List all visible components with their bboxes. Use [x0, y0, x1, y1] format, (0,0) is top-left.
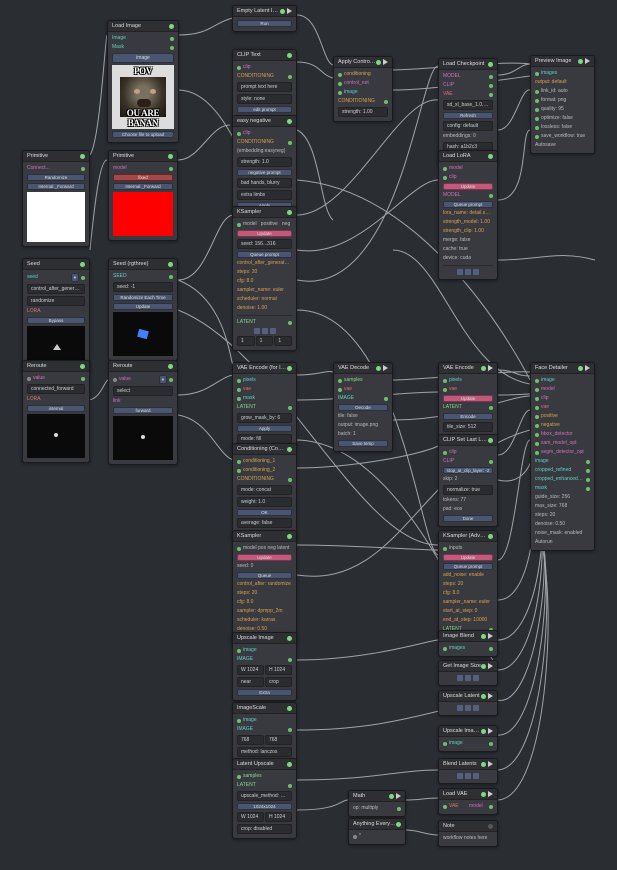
node-header[interactable]: Primitive	[109, 151, 177, 162]
node-header[interactable]: CLIP Text	[233, 50, 296, 61]
btn-fixed[interactable]: fixed	[113, 174, 173, 181]
node-anything[interactable]: Anything Everywhere *	[348, 818, 406, 845]
preview-white	[27, 192, 85, 242]
node-preview-image[interactable]: Preview Image images output: default lin…	[530, 55, 595, 154]
node-cond-combine[interactable]: Conditioning (Combine) conditioning_1 co…	[232, 443, 297, 542]
node-sblend[interactable]: Blend Latents	[438, 758, 498, 784]
node-reroute-1[interactable]: Reroute value connected_forward LORA int…	[22, 360, 90, 463]
node-header[interactable]: Image Blend	[439, 631, 497, 642]
node-seed-1[interactable]: Seed seed▾ control_after_generate random…	[22, 258, 90, 375]
btn-image[interactable]: image	[112, 53, 174, 63]
node-header[interactable]: Apply ControlNet	[334, 57, 392, 68]
node-reroute-2[interactable]: Reroute value▾ select link forward	[108, 360, 178, 465]
preview	[27, 414, 85, 458]
btn-update[interactable]: Update	[237, 230, 292, 237]
node-header[interactable]: Upscale Image (using Model)	[439, 726, 497, 737]
node-primitive-2[interactable]: Primitive model fixed Internal _Forward	[108, 150, 178, 241]
node-upscale-img[interactable]: Upscale Image image IMAGE W 1024H 1024 n…	[232, 632, 297, 701]
node-ksampler-2[interactable]: KSampler model pos neg latent Update see…	[232, 530, 297, 647]
node-ksampler-adv[interactable]: KSampler (Advanced) inputs Update Queue …	[438, 530, 498, 638]
node-header[interactable]: Primitive	[23, 151, 89, 162]
node-header[interactable]: Math	[349, 791, 405, 802]
node-header[interactable]: Reroute	[23, 361, 89, 372]
node-header[interactable]: Load LoRA	[439, 151, 497, 162]
node-header[interactable]: Blend Latents	[439, 759, 497, 770]
node-header[interactable]: Preview Image	[531, 56, 594, 67]
node-header[interactable]: KSampler	[233, 531, 296, 542]
node-header[interactable]: Seed	[23, 259, 89, 270]
field-text[interactable]: prompt text here	[237, 82, 292, 92]
node-empty-latent[interactable]: Empty Latent Image Run	[232, 5, 297, 32]
image-preview: POV OU ARE BANAN	[112, 65, 174, 129]
node-header[interactable]: VAE Encode	[439, 363, 497, 374]
run-icon[interactable]	[287, 8, 292, 14]
node-header[interactable]: Note	[439, 821, 497, 832]
node-header[interactable]: ImageScale	[233, 703, 296, 714]
node-seed-2[interactable]: Seed (rgthree) SEED seed: -1 Randomize E…	[108, 258, 178, 361]
btn-fwd[interactable]: Internal _Forward	[113, 183, 173, 190]
node-get-size[interactable]: Get Image Size	[438, 660, 498, 686]
node-header[interactable]: Conditioning (Combine)	[233, 444, 296, 455]
node-header[interactable]: Load VAE	[439, 789, 497, 800]
field-seed[interactable]: seed: -1	[113, 282, 173, 292]
node-header[interactable]: Reroute	[109, 361, 177, 372]
preview	[113, 416, 173, 460]
node-lora[interactable]: Load LoRA model clip Update MODEL Queue …	[438, 150, 498, 280]
node-vae-encode-inpaint[interactable]: VAE Encode (for Inpaint) pixels vae mask…	[232, 362, 297, 449]
node-latent-upscale[interactable]: Latent Upscale samples LATENT upscale_me…	[232, 758, 297, 839]
node-apply-controlnet[interactable]: Apply ControlNet conditioning control_ne…	[333, 56, 393, 122]
field-cag[interactable]: control_after_generate	[27, 284, 85, 294]
node-img2img[interactable]: VAE Encode pixels vae Update LATENT Enco…	[438, 362, 498, 437]
node-header[interactable]: easy negative	[233, 116, 296, 127]
btn-queue[interactable]: Queue prompt	[237, 251, 292, 258]
node-header[interactable]: Latent Upscale	[233, 759, 296, 770]
node-blend[interactable]: Image Blend images	[438, 630, 498, 657]
node-clip-text[interactable]: CLIP Text clip CONDITIONING prompt text …	[232, 49, 297, 118]
preview	[113, 312, 173, 356]
node-easy-neg[interactable]: easy negative clip CONDITIONING (embeddi…	[232, 115, 297, 214]
node-vae-load[interactable]: Load VAE VAEmodel	[438, 788, 498, 815]
node-header[interactable]: Seed (rgthree)	[109, 259, 177, 270]
node-header[interactable]: Get Image Size	[439, 661, 497, 672]
node-img-scale[interactable]: ImageScale image IMAGE 768768 method: la…	[232, 702, 297, 762]
node-upscale-model[interactable]: Upscale Image (using Model) image	[438, 725, 498, 752]
node-header[interactable]: Upscale Latent	[439, 691, 497, 702]
node-header[interactable]: VAE Decode	[334, 363, 392, 374]
node-clip-set[interactable]: CLIP Set Last Layer clip CLIP stop_at_cl…	[438, 434, 498, 527]
node-load-image[interactable]: Load Image Image Mask image POV OU ARE B…	[107, 20, 179, 143]
node-ksampler-1[interactable]: KSampler model positive neg Update seed:…	[232, 206, 297, 351]
field[interactable]: connected_forward	[27, 384, 85, 394]
node-header[interactable]: KSampler (Advanced)	[439, 531, 497, 542]
btn-randomize[interactable]: Randomize	[27, 174, 85, 181]
preview-red	[113, 192, 173, 236]
btn-fwd[interactable]: Internal _Forward	[27, 183, 85, 190]
status-dot	[169, 24, 174, 29]
node-face-detailer[interactable]: Face Detailer image model clip vae posit…	[530, 362, 595, 551]
node-header[interactable]: Load Image	[108, 21, 178, 32]
node-header[interactable]: VAE Encode (for Inpaint)	[233, 363, 296, 374]
node-vae-decode-1[interactable]: VAE Decode samples vae IMAGE Decode tile…	[333, 362, 393, 452]
node-header[interactable]: Load Checkpoint	[439, 59, 497, 70]
node-header[interactable]: Face Detailer	[531, 363, 594, 374]
node-header[interactable]: Anything Everywhere	[349, 819, 405, 830]
btn-choose-file[interactable]: Choose file to upload	[112, 131, 174, 138]
node-header[interactable]: CLIP Set Last Layer	[439, 435, 497, 446]
node-note[interactable]: Note workflow notes here	[438, 820, 498, 847]
field-rand[interactable]: randomize	[27, 296, 85, 306]
node-header[interactable]: Upscale Image	[233, 633, 296, 644]
node-header[interactable]: KSampler	[233, 207, 296, 218]
node-math[interactable]: Math op: multiply	[348, 790, 406, 817]
node-header[interactable]: Empty Latent Image	[233, 6, 296, 17]
node-scale2[interactable]: Upscale Latent	[438, 690, 498, 716]
node-primitive-1[interactable]: Primitive Connect... Randomize Internal …	[22, 150, 90, 247]
